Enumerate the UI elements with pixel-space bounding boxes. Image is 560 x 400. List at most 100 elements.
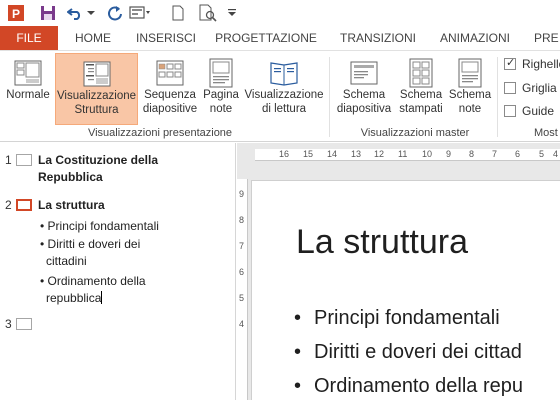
reading-view-button[interactable]: Visualizzazione di lettura	[242, 53, 326, 125]
show-group-label: Most	[534, 127, 558, 139]
powerpoint-logo-icon[interactable]: P	[6, 3, 26, 23]
horizontal-ruler[interactable]: 16 15 14 13 12 11 10 9 8 7 6 5 4	[255, 149, 560, 161]
slide-sorter-label2: diapositive	[142, 103, 198, 115]
repeat-icon[interactable]	[106, 3, 124, 23]
ruler-tick-label: 15	[303, 149, 314, 159]
tab-home[interactable]: HOME	[68, 26, 118, 50]
tab-animazioni[interactable]: ANIMAZIONI	[430, 26, 520, 50]
outline-bullet-continuation[interactable]: repubblica	[46, 290, 226, 307]
slide-thumbnail-icon[interactable]	[16, 199, 32, 211]
slide-thumbnail-icon[interactable]	[16, 154, 32, 166]
outline-slide-title[interactable]: La struttura	[38, 197, 218, 214]
slide-thumbnail-icon[interactable]	[16, 318, 32, 330]
notes-page-label2: note	[209, 103, 233, 115]
ruler-tick-label: 16	[279, 149, 290, 159]
ruler-checkbox-label: Righello	[522, 57, 560, 71]
slide-number: 1	[5, 153, 12, 167]
bullet-dot-icon: •	[294, 375, 302, 397]
ruler-tick-label: 9	[239, 189, 245, 199]
ruler-tick-label: 14	[327, 149, 338, 159]
slide-bullet-text: Diritti e doveri dei cittad	[314, 341, 522, 363]
quick-access-toolbar: P	[0, 0, 560, 26]
tab-progettazione[interactable]: PROGETTAZIONE	[212, 26, 320, 50]
masters-group-label: Visualizzazioni master	[360, 127, 470, 139]
reading-view-icon	[269, 58, 299, 88]
ruler-tick-label: 6	[239, 267, 245, 277]
notes-master-icon	[457, 58, 483, 88]
slide-sorter-label1: Sequenza	[144, 89, 196, 101]
bullet-dot-icon: •	[294, 341, 302, 363]
notes-master-label1: Schema	[448, 89, 492, 101]
views-group-label: Visualizzazioni presentazione	[87, 127, 233, 139]
outline-bullet-continuation[interactable]: cittadini	[46, 253, 226, 270]
ruler-tick-label: 11	[398, 149, 408, 159]
ruler-tick-label: 7	[492, 149, 498, 159]
outline-title-line: La Costituzione della	[38, 153, 159, 167]
ribbon-view: Normale Visualizzazione Struttura Sequen…	[0, 50, 560, 142]
guides-checkbox[interactable]: Guide	[504, 104, 554, 118]
print-preview-icon[interactable]	[198, 3, 218, 23]
outline-slide-title[interactable]: La Costituzione della Repubblica	[38, 152, 218, 186]
guides-checkbox-box[interactable]	[504, 105, 516, 117]
notes-master-button[interactable]: Schema note	[447, 53, 493, 125]
slide-bullet[interactable]: • Diritti e doveri dei cittad	[294, 341, 522, 364]
presentation-mode-icon[interactable]	[128, 3, 152, 23]
outline-bullet[interactable]: • Diritti e doveri dei	[40, 236, 220, 253]
tab-transizioni[interactable]: TRANSIZIONI	[333, 26, 423, 50]
slide-bullet-text: Principi fondamentali	[314, 307, 500, 329]
slide-title[interactable]: La struttura	[296, 223, 468, 262]
undo-dropdown-icon[interactable]	[86, 3, 96, 23]
ruler-tick-label: 4	[239, 319, 245, 329]
guides-checkbox-label: Guide	[522, 104, 555, 118]
normal-view-button[interactable]: Normale	[3, 53, 53, 125]
ruler-tick-label: 10	[422, 149, 433, 159]
notes-master-label2: note	[458, 103, 482, 115]
outline-view-label1: Visualizzazione	[56, 90, 137, 102]
undo-icon[interactable]	[66, 3, 84, 23]
slide-number: 2	[5, 198, 12, 212]
outline-view-icon	[82, 59, 112, 89]
reading-view-label1: Visualizzazione	[244, 89, 324, 101]
ruler-tick-label: 13	[351, 149, 362, 159]
ruler-tick-label: 8	[239, 215, 245, 225]
notes-page-label1: Pagina	[203, 89, 239, 101]
outline-view-button[interactable]: Visualizzazione Struttura	[55, 53, 138, 125]
ruler-tick-label: 9	[446, 149, 452, 159]
outline-bullet[interactable]: • Principi fondamentali	[40, 218, 220, 235]
outline-view-label2: Struttura	[74, 104, 119, 116]
ribbon-tabs: FILE HOME INSERISCI PROGETTAZIONE TRANSI…	[0, 26, 560, 50]
ruler-checkbox[interactable]: Righello	[504, 56, 560, 71]
ruler-checkbox-box[interactable]	[504, 56, 516, 70]
handout-master-icon	[408, 58, 434, 88]
slide-sorter-button[interactable]: Sequenza diapositive	[139, 53, 201, 125]
notes-page-button[interactable]: Pagina note	[201, 53, 241, 125]
slide-master-button[interactable]: Schema diapositiva	[334, 53, 394, 125]
group-separator	[329, 57, 330, 137]
grid-checkbox[interactable]: Griglia	[504, 81, 557, 95]
save-icon[interactable]	[38, 3, 58, 23]
slide-master-label2: diapositiva	[336, 103, 392, 115]
slide-editor: 16 15 14 13 12 11 10 9 8 7 6 5 4 9 8 7 6…	[237, 143, 560, 400]
new-icon[interactable]	[170, 3, 186, 23]
customize-dropdown-icon[interactable]	[226, 3, 238, 23]
outline-bullet-text: repubblica	[46, 291, 102, 305]
reading-view-label2: di lettura	[261, 103, 307, 115]
tab-presentazione[interactable]: PRE	[534, 26, 560, 50]
slide-bullet[interactable]: • Principi fondamentali	[294, 307, 500, 330]
outline-pane[interactable]: 1 La Costituzione della Repubblica 2 La …	[0, 143, 236, 400]
tab-file[interactable]: FILE	[0, 26, 58, 50]
grid-checkbox-box[interactable]	[504, 82, 516, 94]
handout-master-label2: stampati	[399, 103, 443, 115]
slide-bullet[interactable]: • Ordinamento della repu	[294, 375, 523, 398]
slide-sorter-icon	[155, 58, 185, 88]
slide-master-label1: Schema	[342, 89, 386, 101]
handout-master-button[interactable]: Schema stampati	[396, 53, 446, 125]
group-separator	[497, 57, 498, 137]
notes-page-icon	[208, 58, 234, 88]
slide-canvas[interactable]: La struttura • Principi fondamentali • Dir…	[251, 180, 560, 400]
tab-inserisci[interactable]: INSERISCI	[131, 26, 201, 50]
outline-bullet[interactable]: • Ordinamento della	[40, 273, 220, 290]
text-cursor	[101, 291, 103, 304]
slide-master-icon	[349, 58, 379, 88]
vertical-ruler[interactable]: 9 8 7 6 5 4	[237, 179, 248, 400]
